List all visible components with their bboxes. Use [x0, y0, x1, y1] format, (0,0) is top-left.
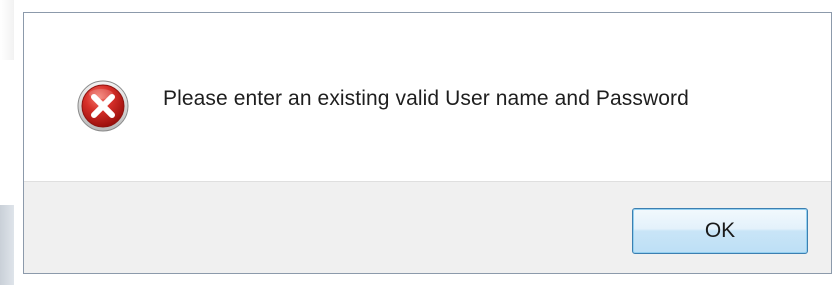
- ok-button[interactable]: OK: [632, 208, 808, 254]
- error-icon: [77, 80, 129, 132]
- background-window-edge: [0, 0, 14, 60]
- dialog-content: Please enter an existing valid User name…: [24, 13, 831, 181]
- background-window-edge: [0, 205, 14, 285]
- error-message: Please enter an existing valid User name…: [163, 87, 689, 110]
- error-dialog: Please enter an existing valid User name…: [23, 12, 832, 274]
- page: Please enter an existing valid User name…: [0, 0, 838, 285]
- dialog-button-bar: OK: [24, 181, 831, 273]
